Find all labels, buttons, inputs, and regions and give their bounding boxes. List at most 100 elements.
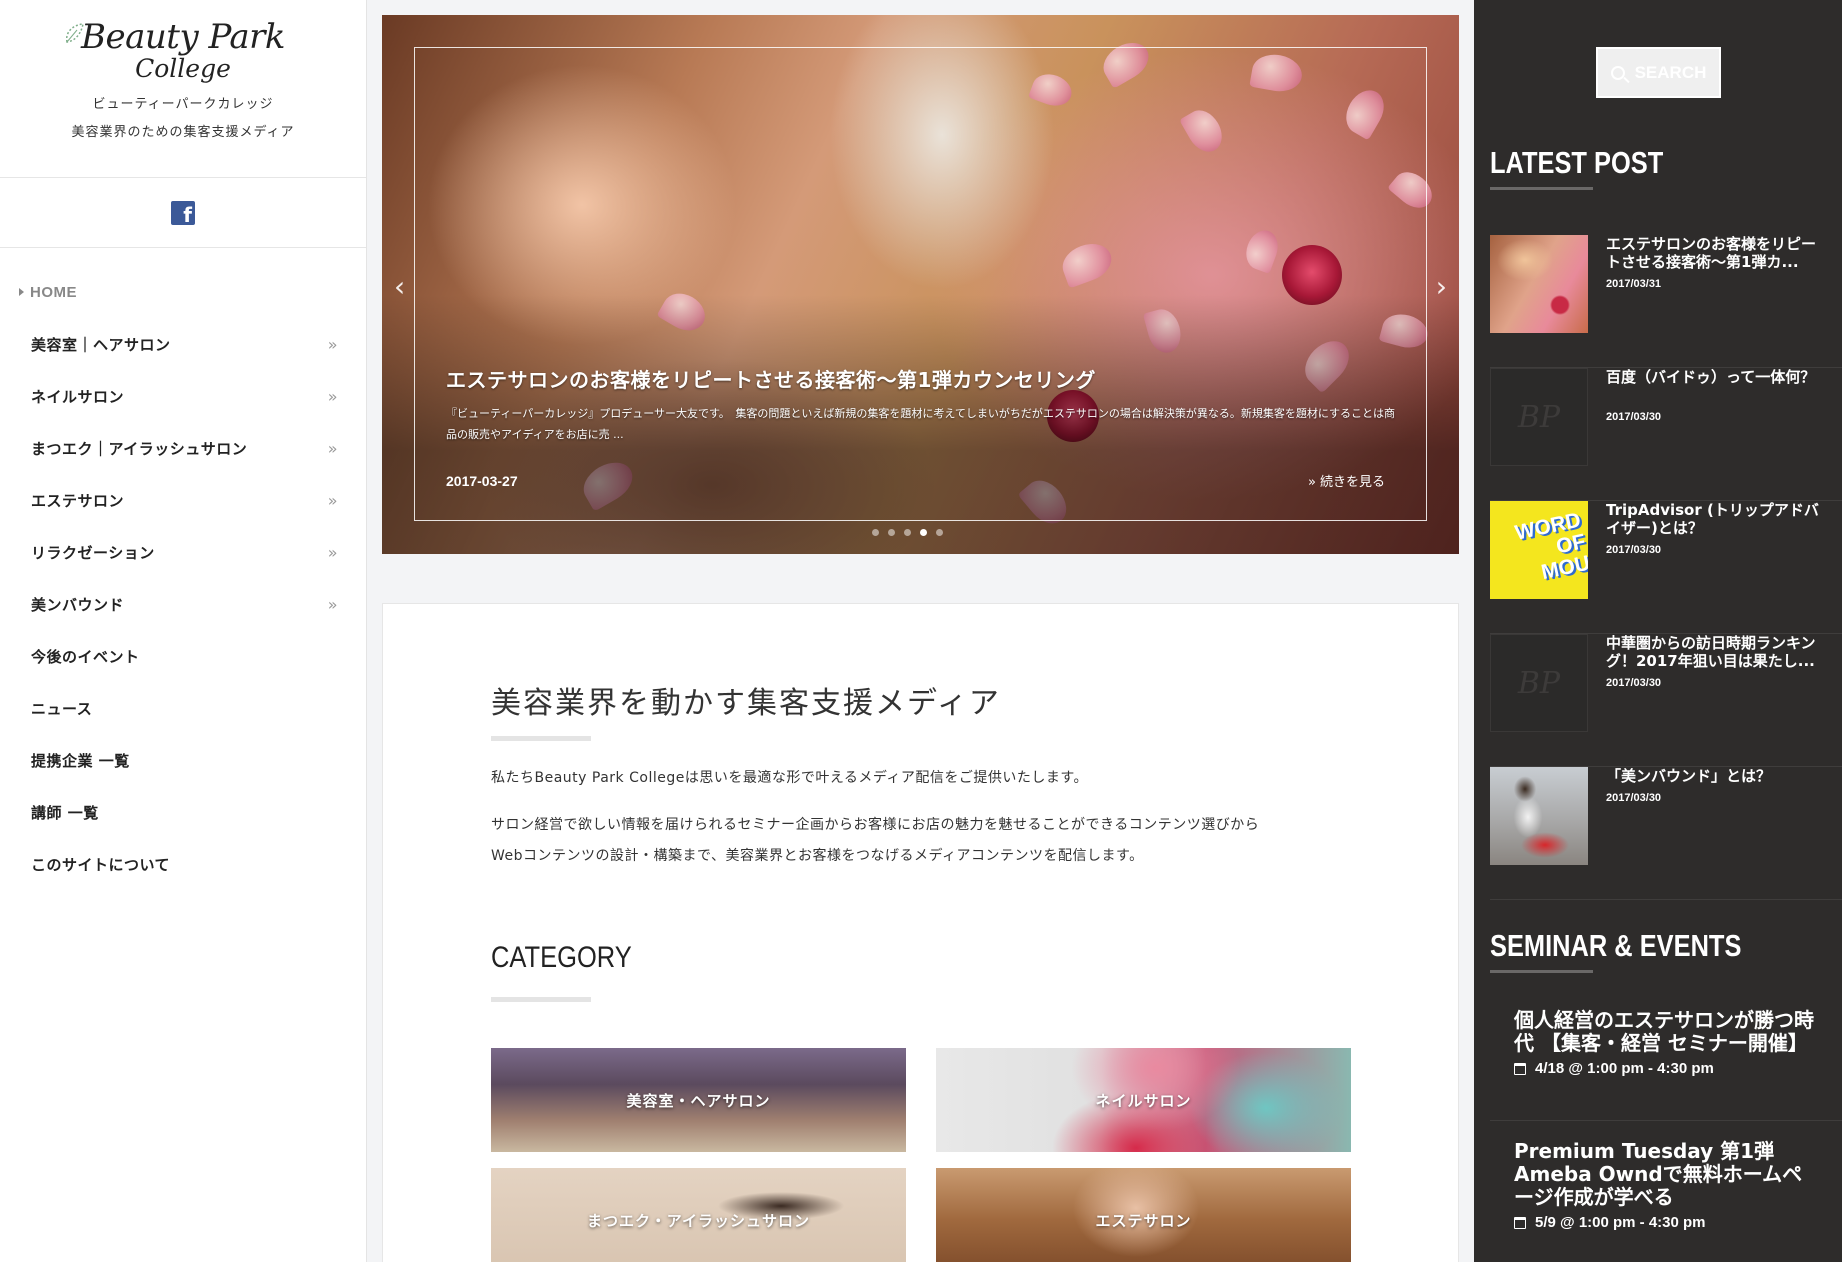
slide-title[interactable]: エステサロンのお客様をリピートさせる接客術〜第1弾カウンセリング	[446, 364, 1096, 393]
nav-item-label: ネイルサロン	[31, 387, 125, 406]
category-label: まつエク・アイラッシュサロン	[587, 1211, 810, 1230]
latest-post-item[interactable]: 「美ンバウンド」とは？ 2017/03/30	[1490, 767, 1842, 900]
post-date: 2017/03/31	[1606, 278, 1662, 290]
intro-paragraph-2a: サロン経営で欲しい情報を届けられるセミナー企画からお客様にお店の魅力を魅せること…	[491, 817, 1260, 833]
leaf-icon	[65, 23, 84, 43]
calendar-icon	[1514, 1062, 1526, 1075]
slide-date: 2017-03-27	[446, 473, 518, 489]
events-title: SEMINAR & EVENTS	[1490, 928, 1742, 963]
nav-item-instructors[interactable]: 講師 一覧	[0, 786, 366, 838]
post-thumbnail-placeholder[interactable]: BP	[1490, 634, 1588, 732]
nav-item-partners[interactable]: 提携企業 一覧	[0, 734, 366, 786]
tagline-kana: ビューティーパークカレッジ	[92, 97, 274, 112]
event-divider	[1490, 1120, 1842, 1121]
right-sidebar: SEARCH LATEST POST エステサロンのお客様をリピートさせる接客術…	[1474, 0, 1842, 1262]
event-title[interactable]: Premium Tuesday 第1弾 Ameba Owndで無料ホームページ作…	[1514, 1140, 1814, 1209]
event-item[interactable]: 個人経営のエステサロンが勝つ時代 【集客・経営 セミナー開催】 4/18 @ 1…	[1514, 1009, 1814, 1077]
chevron-left-icon[interactable]: ‹	[394, 270, 405, 303]
nav-item-relaxation[interactable]: リラクゼーション »	[0, 526, 366, 578]
left-sidebar: Beauty Park College ビューティーパークカレッジ 美容業界のた…	[0, 0, 367, 1262]
latest-post-item[interactable]: WORD OF MOU TripAdvisor (トリップアドバイザー)とは？ …	[1490, 501, 1842, 634]
slider-dot[interactable]	[904, 529, 911, 536]
category-card-nail-salon[interactable]: ネイルサロン	[936, 1048, 1351, 1152]
nav-item-label: 提携企業 一覧	[31, 751, 130, 770]
post-title[interactable]: 百度（バイドゥ）って一体何？	[1606, 368, 1828, 386]
slide-excerpt: 『ビューティーパーカレッジ』プロデューサー大友です。 集客の問題といえば新規の集…	[446, 407, 1395, 441]
category-card-esthetic-salon[interactable]: エステサロン	[936, 1168, 1351, 1262]
calendar-icon	[1514, 1216, 1526, 1229]
search-button[interactable]: SEARCH	[1596, 47, 1721, 98]
category-card-eyelash-salon[interactable]: まつエク・アイラッシュサロン	[491, 1168, 906, 1262]
latest-post-title: LATEST POST	[1490, 145, 1664, 180]
logo-line2: College	[135, 54, 231, 83]
slider-dot[interactable]	[936, 529, 943, 536]
category-underline	[491, 997, 591, 1002]
logo-area: Beauty Park College ビューティーパークカレッジ 美容業界のた…	[0, 0, 366, 178]
site-logo[interactable]: Beauty Park College	[65, 17, 285, 83]
latest-post-underline	[1490, 187, 1593, 190]
slider-dot[interactable]	[872, 529, 879, 536]
post-thumbnail[interactable]	[1490, 767, 1588, 865]
slider-dot-active[interactable]	[920, 529, 927, 536]
double-chevron-right-icon: »	[327, 386, 338, 406]
nav-item-label: 美ンバウンド	[31, 595, 125, 614]
post-title[interactable]: エステサロンのお客様をリピートさせる接客術〜第1弾カ...	[1606, 235, 1828, 271]
nav-item-news[interactable]: ニュース	[0, 682, 366, 734]
nav-item-about[interactable]: このサイトについて	[0, 838, 366, 890]
nav-item-home[interactable]: HOME	[0, 266, 366, 318]
post-title[interactable]: TripAdvisor (トリップアドバイザー)とは？	[1606, 501, 1828, 537]
post-title[interactable]: 「美ンバウンド」とは？	[1606, 767, 1828, 785]
read-more-link[interactable]: » 続きを見る	[1308, 471, 1385, 490]
main-nav: HOME 美容室｜ヘアサロン» ネイルサロン» まつエク｜アイラッシュサロン» …	[0, 248, 366, 890]
nav-item-label: エステサロン	[31, 491, 125, 510]
nav-item-eyelash-salon[interactable]: まつエク｜アイラッシュサロン »	[0, 422, 366, 474]
nav-item-nail-salon[interactable]: ネイルサロン »	[0, 370, 366, 422]
nav-item-label: リラクゼーション	[31, 543, 155, 562]
logo-line1: Beauty Park	[81, 17, 285, 57]
post-date: 2017/03/30	[1606, 411, 1662, 423]
latest-post-item[interactable]: エステサロンのお客様をリピートさせる接客術〜第1弾カ... 2017/03/31	[1490, 235, 1842, 368]
double-chevron-right-icon: »	[327, 438, 338, 458]
nav-item-inbound[interactable]: 美ンバウンド »	[0, 578, 366, 630]
category-title: CATEGORY	[491, 941, 632, 974]
chevron-right-icon[interactable]: ›	[1436, 270, 1447, 303]
post-thumbnail[interactable]: WORD OF MOU	[1490, 501, 1588, 599]
post-date: 2017/03/30	[1606, 677, 1662, 689]
post-thumbnail-placeholder[interactable]: BP	[1490, 368, 1588, 466]
nav-item-hair-salon[interactable]: 美容室｜ヘアサロン »	[0, 318, 366, 370]
page-headline: 美容業界を動かす集客支援メディア	[491, 686, 1001, 721]
double-chevron-right-icon: »	[327, 334, 338, 354]
category-label: エステサロン	[1095, 1211, 1192, 1230]
post-thumbnail[interactable]	[1490, 235, 1588, 333]
latest-post-item[interactable]: BP 百度（バイドゥ）って一体何？ 2017/03/30	[1490, 368, 1842, 501]
events-underline	[1490, 970, 1593, 973]
headline-underline	[491, 736, 591, 741]
double-chevron-right-icon: »	[327, 490, 338, 510]
slider-dot[interactable]	[888, 529, 895, 536]
double-chevron-right-icon: »	[327, 542, 338, 562]
search-icon	[1610, 65, 1625, 80]
category-label: ネイルサロン	[1095, 1091, 1192, 1110]
nav-item-label: 今後のイベント	[31, 647, 140, 666]
nav-item-label: 講師 一覧	[31, 803, 99, 822]
intro-section: 美容業界を動かす集客支援メディア 私たちBeauty Park Collegeは…	[382, 603, 1459, 1262]
nav-item-label: HOME	[30, 283, 77, 301]
category-card-hair-salon[interactable]: 美容室・ヘアサロン	[491, 1048, 906, 1152]
nav-item-label: ニュース	[31, 699, 93, 718]
post-title[interactable]: 中華圏からの訪日時期ランキング！2017年狙い目は果たし...	[1606, 634, 1828, 670]
facebook-icon[interactable]: f	[171, 200, 195, 225]
double-chevron-right-icon: »	[327, 594, 338, 614]
slide-frame	[414, 47, 1427, 521]
event-item[interactable]: Premium Tuesday 第1弾 Ameba Owndで無料ホームページ作…	[1514, 1140, 1814, 1231]
nav-item-esthetic-salon[interactable]: エステサロン »	[0, 474, 366, 526]
event-title[interactable]: 個人経営のエステサロンが勝つ時代 【集客・経営 セミナー開催】	[1514, 1009, 1814, 1055]
event-time-label: 4/18 @ 1:00 pm - 4:30 pm	[1535, 1060, 1714, 1077]
slider-dots	[872, 529, 943, 536]
latest-post-item[interactable]: BP 中華圏からの訪日時期ランキング！2017年狙い目は果たし... 2017/…	[1490, 634, 1842, 767]
hero-slider[interactable]: ‹ › エステサロンのお客様をリピートさせる接客術〜第1弾カウンセリング 『ビュ…	[382, 15, 1459, 554]
nav-item-events[interactable]: 今後のイベント	[0, 630, 366, 682]
event-time: 5/9 @ 1:00 pm - 4:30 pm	[1514, 1214, 1814, 1231]
search-label: SEARCH	[1634, 62, 1707, 82]
thumbnail-caption: WORD OF MOU	[1513, 508, 1588, 585]
nav-item-label: 美容室｜ヘアサロン	[31, 335, 171, 354]
